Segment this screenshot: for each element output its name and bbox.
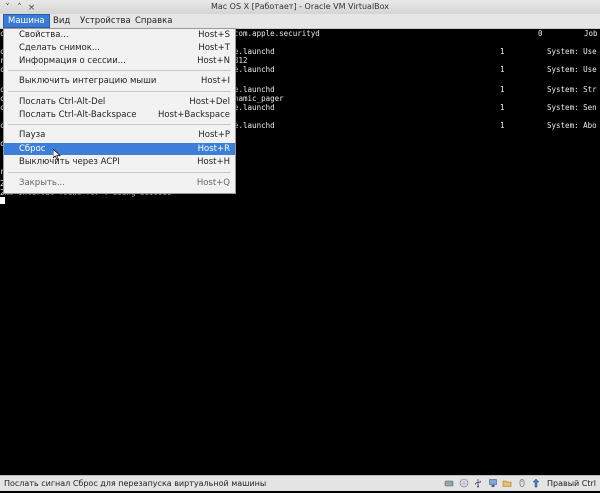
console-num: 0 — [538, 29, 543, 38]
console-right: System: Sen — [547, 103, 597, 112]
shared-folder-icon[interactable] — [502, 478, 512, 488]
console-num: 1 — [500, 103, 505, 112]
cd-icon[interactable] — [459, 478, 469, 488]
menu-help[interactable]: Справка — [131, 14, 176, 28]
menu-separator — [8, 172, 231, 173]
console-right: System: Use — [547, 47, 597, 56]
console-line: e.launchd — [234, 103, 275, 112]
menu-reset[interactable]: Сброс Host+R — [4, 143, 235, 155]
console-right: Job — [584, 29, 598, 38]
console-line: e.launchd — [234, 65, 275, 74]
keyboard-capture-icon[interactable] — [531, 478, 541, 488]
window-controls: ˅ ˄ × — [3, 1, 39, 15]
console-line: e.launchd — [234, 121, 275, 130]
console-num: 1 — [500, 47, 505, 56]
machine-menu: Свойства... Host+S Сделать снимок... Hos… — [3, 28, 236, 194]
menu-machine[interactable]: Машина — [3, 14, 50, 28]
menu-disable-mouse-integration[interactable]: Выключить интеграцию мыши Host+I — [4, 75, 235, 87]
statusbar: Послать сигнал Сброс для перезапуска вир… — [0, 475, 600, 491]
usb-icon[interactable] — [473, 478, 483, 488]
close-icon[interactable]: × — [27, 1, 39, 15]
console-line: namic_pager — [234, 94, 284, 103]
menu-devices[interactable]: Устройства — [76, 14, 135, 28]
menu-separator — [8, 70, 231, 71]
menu-separator — [8, 124, 231, 125]
menu-separator — [8, 91, 231, 92]
menu-settings[interactable]: Свойства... Host+S — [4, 29, 235, 41]
console-line: 312 — [234, 56, 248, 65]
menu-take-snapshot[interactable]: Сделать снимок... Host+T — [4, 42, 235, 54]
menu-view[interactable]: Вид — [49, 14, 74, 28]
console-num: 1 — [500, 85, 505, 94]
hdd-icon[interactable] — [444, 478, 454, 488]
console-line: e.launchd — [234, 47, 275, 56]
window-title: Mac OS X [Работает] - Oracle VM VirtualB… — [210, 2, 390, 11]
menu-close[interactable]: Закрыть... Host+Q — [4, 177, 235, 189]
text-cursor — [0, 197, 5, 204]
console-right: System: Str — [547, 85, 597, 94]
console-num: 1 — [500, 121, 505, 130]
menu-send-ctrl-alt-backspace[interactable]: Послать Ctrl-Alt-Backspace Host+Backspac… — [4, 109, 235, 121]
console-line: com.apple.securityd — [234, 29, 320, 38]
menu-pause[interactable]: Пауза Host+P — [4, 129, 235, 141]
console-right: System: Use — [547, 65, 597, 74]
status-message: Послать сигнал Сброс для перезапуска вир… — [4, 479, 267, 488]
host-key-label: Правый Ctrl — [546, 479, 596, 488]
mouse-integration-icon[interactable] — [517, 478, 527, 488]
console-line: e.launchd — [234, 85, 275, 94]
menubar: Машина Вид Устройства Справка — [0, 14, 600, 29]
console-right: System: Abo — [547, 121, 597, 130]
menu-send-ctrl-alt-del[interactable]: Послать Ctrl-Alt-Del Host+Del — [4, 96, 235, 108]
network-icon[interactable] — [488, 478, 498, 488]
menu-acpi-shutdown[interactable]: Выключить через ACPI Host+H — [4, 156, 235, 168]
console-num: 1 — [500, 65, 505, 74]
menu-session-info[interactable]: Информация о сессии... Host+N — [4, 55, 235, 67]
mouse-pointer-icon — [53, 149, 61, 160]
window-titlebar: ˅ ˄ × Mac OS X [Работает] - Oracle VM Virt… — [0, 0, 600, 14]
status-icons: Правый Ctrl — [442, 478, 596, 489]
maximize-icon[interactable]: ˄ — [15, 1, 27, 15]
minimize-icon[interactable]: ˅ — [3, 1, 15, 15]
